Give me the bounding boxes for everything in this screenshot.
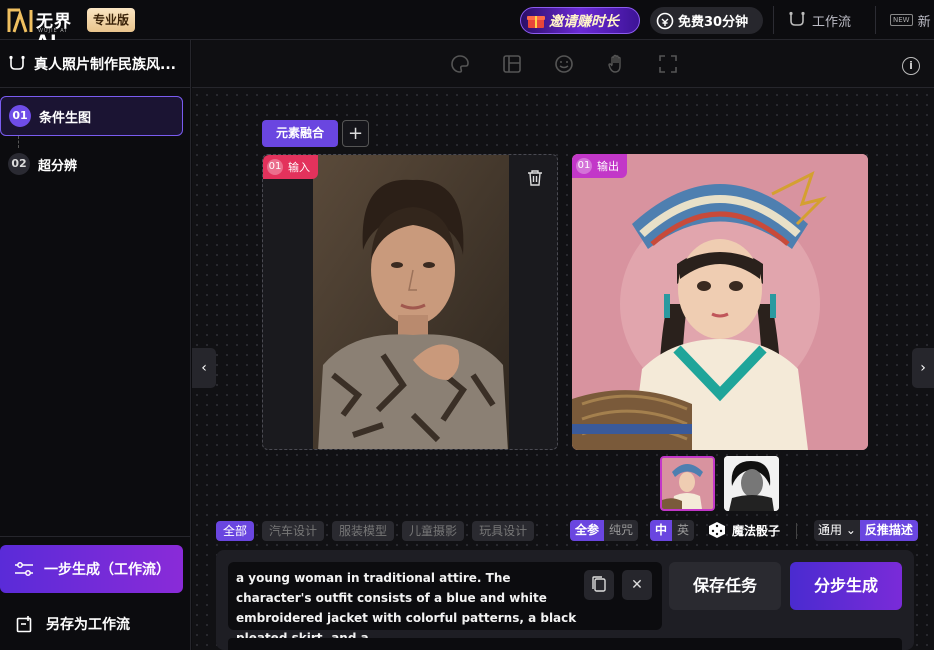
nav-new-label: 新 bbox=[917, 14, 931, 30]
toggle-pure-spell[interactable]: 纯咒 bbox=[604, 520, 639, 541]
top-separator bbox=[875, 6, 876, 34]
prompt-text[interactable]: a young woman in traditional attire. The… bbox=[236, 568, 582, 648]
add-tab-button[interactable]: + bbox=[342, 120, 369, 147]
top-bar: 无界AI WUJIE AI 专业版 邀请赚时长 免费30分钟 工作流 NEW 新 bbox=[0, 0, 934, 52]
sidebar-divider bbox=[0, 536, 191, 537]
new-tag: NEW bbox=[890, 14, 913, 26]
toggle-full-params[interactable]: 全参 bbox=[570, 520, 605, 541]
step-generate-button[interactable]: 分步生成 bbox=[790, 562, 902, 610]
save-task-button[interactable]: 保存任务 bbox=[669, 562, 781, 610]
save-as-icon bbox=[16, 616, 32, 633]
dice-icon bbox=[709, 522, 725, 538]
general-dropdown-label: 通用 bbox=[818, 523, 843, 537]
close-icon: ✕ bbox=[631, 577, 643, 593]
prompt-area: a young woman in traditional attire. The… bbox=[216, 550, 914, 650]
magic-dice-button[interactable]: 魔法骰子 bbox=[708, 521, 780, 539]
sliders-icon bbox=[15, 562, 33, 576]
pro-badge: 专业版 bbox=[87, 8, 136, 32]
next-arrow-button[interactable]: › bbox=[912, 348, 934, 388]
reverse-prompt-group: 通用 ⌄ 反推描述 bbox=[814, 520, 918, 541]
main-canvas: i 元素融合 + 01 输入 01 输出 ‹ › 全部 汽车设计 服装模型 儿童… bbox=[192, 40, 934, 650]
trash-icon[interactable] bbox=[527, 169, 543, 187]
free-time-label: 免费30分钟 bbox=[678, 15, 749, 30]
magic-dice-label: 魔法骰子 bbox=[732, 523, 781, 538]
chip-all[interactable]: 全部 bbox=[216, 521, 255, 541]
output-image-panel[interactable]: 01 输出 bbox=[572, 154, 868, 450]
input-image-panel[interactable]: 01 输入 bbox=[262, 154, 558, 450]
chevron-down-icon: ⌄ bbox=[845, 523, 856, 537]
input-tag: 01 输入 bbox=[263, 155, 318, 179]
copy-icon bbox=[592, 576, 606, 592]
layout-icon[interactable] bbox=[502, 54, 522, 74]
workflow-title: 真人照片制作民族风... bbox=[8, 54, 188, 74]
nav-new[interactable]: NEW 新 bbox=[890, 8, 931, 32]
reverse-describe-button[interactable]: 反推描述 bbox=[859, 520, 918, 541]
prev-arrow-button[interactable]: ‹ bbox=[192, 348, 216, 388]
one-step-generate-button[interactable]: 一步生成（工作流） bbox=[0, 545, 183, 593]
step-number: 01 bbox=[9, 105, 31, 127]
chip-clothing-model[interactable]: 服装模型 bbox=[332, 521, 395, 541]
input-thumbnail-image bbox=[724, 456, 779, 511]
invite-button[interactable]: 邀请赚时长 bbox=[520, 7, 640, 34]
sidebar-step-2[interactable]: 02 超分辨 bbox=[0, 144, 183, 184]
input-portrait-image bbox=[313, 155, 509, 449]
general-dropdown[interactable]: 通用 ⌄ bbox=[814, 520, 860, 541]
chip-child-photo[interactable]: 儿童摄影 bbox=[402, 521, 465, 541]
nav-workflow-label: 工作流 bbox=[812, 14, 852, 30]
hand-icon[interactable] bbox=[606, 54, 626, 74]
sidebar-step-1[interactable]: 01 条件生图 bbox=[0, 96, 183, 136]
secondary-input-strip bbox=[228, 638, 902, 650]
logo-subtext: WUJIE AI bbox=[38, 28, 68, 34]
chip-car-design[interactable]: 汽车设计 bbox=[262, 521, 325, 541]
one-step-generate-label: 一步生成（工作流） bbox=[44, 562, 170, 578]
top-separator bbox=[773, 6, 774, 34]
workflow-icon bbox=[789, 11, 805, 26]
save-as-workflow-button[interactable]: 另存为工作流 bbox=[16, 614, 130, 634]
output-tag-number: 01 bbox=[576, 158, 592, 174]
language-toggle[interactable]: 中 英 bbox=[650, 520, 695, 541]
save-as-workflow-label: 另存为工作流 bbox=[46, 617, 130, 633]
canvas-toolbar: i bbox=[192, 40, 934, 88]
step-label: 超分辨 bbox=[38, 158, 78, 174]
nav-workflow[interactable]: 工作流 bbox=[788, 8, 851, 32]
chip-toy-design[interactable]: 玩具设计 bbox=[472, 521, 535, 541]
output-thumbnail-image bbox=[662, 458, 713, 509]
info-icon[interactable]: i bbox=[902, 57, 920, 75]
fullscreen-icon[interactable] bbox=[658, 54, 678, 74]
logo-mark-icon bbox=[7, 8, 33, 33]
output-ethnic-portrait-image bbox=[572, 154, 868, 450]
workflow-title-text: 真人照片制作民族风... bbox=[34, 57, 176, 73]
face-icon[interactable] bbox=[554, 54, 574, 74]
sidebar-divider bbox=[0, 87, 191, 88]
sidebar: 真人照片制作民族风... 01 条件生图 02 超分辨 一步生成（工作流） 另存… bbox=[0, 40, 191, 650]
coin-icon bbox=[656, 12, 674, 29]
output-tag: 01 输出 bbox=[572, 154, 627, 178]
output-thumbnail[interactable] bbox=[660, 456, 715, 511]
free-time-button[interactable]: 免费30分钟 bbox=[650, 7, 763, 34]
copy-button[interactable] bbox=[584, 570, 614, 600]
workflow-icon bbox=[9, 55, 25, 70]
input-thumbnail[interactable] bbox=[724, 456, 779, 511]
param-mode-toggle[interactable]: 全参 纯咒 bbox=[570, 520, 639, 541]
logo[interactable]: 无界AI WUJIE AI bbox=[6, 6, 82, 52]
toggle-chinese[interactable]: 中 bbox=[650, 520, 673, 541]
output-tag-label: 输出 bbox=[597, 160, 619, 173]
palette-icon[interactable] bbox=[450, 54, 470, 74]
element-fuse-tab[interactable]: 元素融合 bbox=[262, 120, 338, 147]
clear-prompt-button[interactable]: ✕ bbox=[622, 570, 652, 600]
category-chips: 全部 汽车设计 服装模型 儿童摄影 玩具设计 bbox=[216, 520, 542, 542]
invite-label: 邀请赚时长 bbox=[549, 13, 619, 30]
toggle-english[interactable]: 英 bbox=[672, 520, 695, 541]
step-number: 02 bbox=[8, 153, 30, 175]
gift-icon bbox=[527, 15, 545, 28]
filter-separator bbox=[796, 523, 797, 539]
input-tag-number: 01 bbox=[267, 159, 283, 175]
step-label: 条件生图 bbox=[39, 110, 92, 126]
input-tag-label: 输入 bbox=[288, 161, 310, 174]
